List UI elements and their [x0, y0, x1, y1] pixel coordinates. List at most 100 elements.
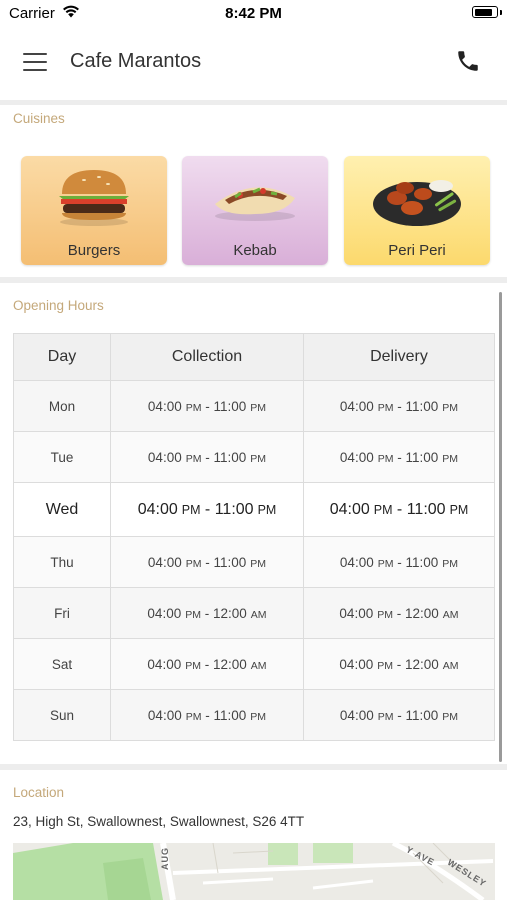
table-row: Sun 04:00 PM - 11:00 PM 04:00 PM - 11:00 PM: [13, 689, 495, 741]
cell-collection: 04:00 PM - 12:00 AM: [110, 587, 304, 639]
status-time: 8:42 PM: [225, 5, 282, 22]
time-period: PM: [250, 452, 267, 465]
time-period: PM: [250, 557, 267, 570]
cell-collection: 04:00 PM - 12:00 AM: [110, 638, 304, 690]
battery-cap: [500, 10, 502, 15]
app-header: Cafe Marantos: [0, 28, 507, 100]
burger-image: [59, 170, 129, 226]
opening-hours-table: Day Collection Delivery Mon 04:00 PM - 11:…: [13, 333, 495, 741]
map-street-label-aug: AUG: [160, 847, 170, 870]
cell-delivery: 04:00 PM - 11:00 PM: [303, 536, 495, 588]
table-row: Wed 04:00 PM - 11:00 PM 04:00 PM - 11:00 PM: [13, 482, 495, 537]
time-period: PM: [377, 557, 394, 570]
table-row: Mon 04:00 PM - 11:00 PM 04:00 PM - 11:00 PM: [13, 380, 495, 432]
cuisines-divider: [0, 277, 507, 283]
phone-icon[interactable]: [455, 48, 481, 74]
time-period: PM: [250, 401, 267, 414]
cuisine-label-burgers: Burgers: [67, 242, 121, 259]
time-period: PM: [442, 401, 459, 414]
time-period: PM: [377, 608, 393, 621]
chicken-wings-image: [373, 180, 461, 226]
time-value: - 12:00: [393, 605, 439, 621]
time-period: PM: [442, 710, 459, 723]
status-bar: Carrier 8:42 PM: [0, 0, 507, 28]
cell-delivery: 04:00 PM - 11:00 PM: [303, 431, 495, 483]
cell-day: Fri: [13, 587, 111, 639]
cell-day: Mon: [13, 380, 111, 432]
scrollbar[interactable]: [499, 292, 502, 762]
time-period: PM: [257, 502, 277, 517]
location-map[interactable]: AUG Y AVE WESLEY: [13, 843, 495, 900]
cuisine-label-kebab: Kebab: [233, 242, 277, 259]
header-divider: [0, 100, 507, 105]
time-value: 04:00: [339, 398, 374, 414]
time-value: 04:00: [147, 449, 182, 465]
time-value: 04:00: [147, 398, 182, 414]
time-value: - 11:00: [393, 554, 439, 570]
time-period: PM: [377, 452, 394, 465]
column-header-day: Day: [13, 333, 111, 381]
time-value: - 11:00: [201, 449, 247, 465]
table-row: Tue 04:00 PM - 11:00 PM 04:00 PM - 11:00 PM: [13, 431, 495, 483]
time-value: - 11:00: [201, 398, 247, 414]
time-value: - 11:00: [200, 500, 254, 518]
cell-day: Thu: [13, 536, 111, 588]
cuisine-tile-peri-peri[interactable]: Peri Peri: [344, 156, 490, 265]
kebab-image: [215, 187, 295, 221]
time-value: - 11:00: [393, 449, 439, 465]
cell-delivery: 04:00 PM - 11:00 PM: [303, 380, 495, 432]
time-value: - 11:00: [201, 707, 247, 723]
cell-collection: 04:00 PM - 11:00 PM: [110, 380, 304, 432]
time-value: - 11:00: [201, 554, 247, 570]
time-value: - 12:00: [201, 656, 247, 672]
cell-collection: 04:00 PM - 11:00 PM: [110, 431, 304, 483]
cell-collection: 04:00 PM - 11:00 PM: [110, 689, 304, 741]
cell-delivery: 04:00 PM - 12:00 AM: [303, 587, 495, 639]
cuisine-tile-burgers[interactable]: Burgers: [21, 156, 167, 265]
time-period: AM: [250, 659, 267, 672]
column-header-delivery: Delivery: [303, 333, 495, 381]
location-label: Location: [13, 785, 65, 800]
time-period: AM: [442, 608, 459, 621]
time-period: PM: [442, 452, 459, 465]
table-row: Fri 04:00 PM - 12:00 AM 04:00 PM - 12:00 AM: [13, 587, 495, 639]
time-period: PM: [442, 557, 459, 570]
time-value: 04:00: [339, 707, 374, 723]
time-period: AM: [250, 608, 267, 621]
location-address: 23, High St, Swallownest, Swallownest, S…: [13, 814, 305, 829]
time-period: PM: [377, 659, 393, 672]
cell-day: Sat: [13, 638, 111, 690]
column-header-collection: Collection: [110, 333, 304, 381]
cuisine-label-peri-peri: Peri Peri: [388, 242, 446, 259]
cell-day: Sun: [13, 689, 111, 741]
time-period: PM: [377, 401, 394, 414]
time-period: PM: [250, 710, 267, 723]
time-value: - 11:00: [393, 398, 439, 414]
hamburger-menu-icon[interactable]: [23, 53, 47, 71]
time-value: 04:00: [147, 554, 182, 570]
cell-delivery: 04:00 PM - 11:00 PM: [303, 482, 495, 537]
time-value: 04:00: [147, 605, 182, 621]
cell-day: Wed: [13, 482, 111, 537]
time-value: 04:00: [147, 707, 182, 723]
time-period: PM: [377, 710, 394, 723]
table-row: Thu 04:00 PM - 11:00 PM 04:00 PM - 11:00 PM: [13, 536, 495, 588]
time-value: 04:00: [339, 554, 374, 570]
cuisine-tile-kebab[interactable]: Kebab: [182, 156, 328, 265]
table-header-row: Day Collection Delivery: [13, 333, 495, 381]
cell-day: Tue: [13, 431, 111, 483]
cell-delivery: 04:00 PM - 12:00 AM: [303, 638, 495, 690]
time-value: - 11:00: [392, 500, 446, 518]
time-value: 04:00: [339, 605, 374, 621]
time-period: AM: [442, 659, 459, 672]
time-period: PM: [185, 401, 202, 414]
time-period: PM: [185, 710, 202, 723]
time-value: - 12:00: [393, 656, 439, 672]
time-period: PM: [449, 502, 469, 517]
cuisines-label: Cuisines: [13, 111, 65, 126]
hours-divider: [0, 764, 507, 770]
time-period: PM: [185, 557, 202, 570]
cell-collection: 04:00 PM - 11:00 PM: [110, 482, 304, 537]
cell-delivery: 04:00 PM - 11:00 PM: [303, 689, 495, 741]
time-value: 04:00: [329, 500, 370, 518]
